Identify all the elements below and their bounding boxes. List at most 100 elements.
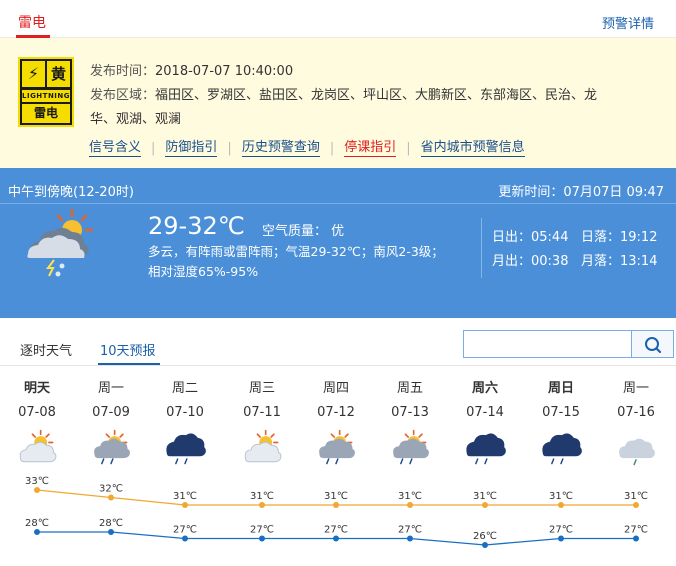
warning-header: 雷电 预警详情 <box>0 0 676 38</box>
warning-panel: ⚡ 黄 LIGHTNING 雷电 发布时间：2018-07-07 10:40:0… <box>0 38 676 168</box>
link-province-city-warnings[interactable]: 省内城市预警信息 <box>420 139 525 157</box>
low-temp-point <box>407 535 413 542</box>
forecast-day-label: 周二 <box>171 381 198 396</box>
publish-area-value: 福田区、罗湖区、盐田区、龙岗区、坪山区、大鹏新区、东部海区、民治、龙 <box>155 88 598 103</box>
low-temp-point <box>108 529 114 535</box>
publish-area-row-2: 华、观湖、观澜 <box>90 108 660 132</box>
low-temp-label: 27℃ <box>549 525 573 536</box>
link-signal-meaning[interactable]: 信号含义 <box>89 139 142 157</box>
sun-moon-times: 日出：05:44 日落：19:12 月出：00:38 月落：13:14 <box>492 226 670 274</box>
forecast-day-label: 周一 <box>97 381 124 396</box>
warning-detail-link[interactable]: 预警详情 <box>602 13 654 32</box>
low-temp-label: 27℃ <box>624 525 648 536</box>
high-temp-label: 31℃ <box>324 491 348 502</box>
warning-type-label: 雷电 <box>22 104 70 123</box>
dark-cloud-rain-icon <box>542 433 582 465</box>
search-button[interactable] <box>631 330 674 358</box>
dark-cloud-rain-icon <box>466 433 506 465</box>
high-temp-label: 31℃ <box>250 491 274 502</box>
warning-links: 信号含义 | 防御指引 | 历史预警查询 | 停课指引 | 省内城市预警信息 <box>89 139 525 157</box>
forecast-date: 07-16 <box>617 405 655 420</box>
high-temp-label: 31℃ <box>398 491 422 502</box>
high-temp-label: 31℃ <box>473 491 497 502</box>
forecast-description-line: 相对湿度65%-95% <box>148 264 259 279</box>
sunny-cloudy-icon <box>19 429 57 463</box>
low-temp-label: 27℃ <box>250 525 274 536</box>
sunny-cloudy-icon <box>244 429 282 463</box>
forecast-period: 中午到傍晚(12-20时) <box>8 185 134 200</box>
link-class-suspension-guide[interactable]: 停课指引 <box>344 139 397 157</box>
link-separator: | <box>406 140 411 156</box>
forecast-date: 07-08 <box>18 405 56 420</box>
publish-time-label: 发布时间： <box>90 64 156 79</box>
forecast-day-label: 周四 <box>322 381 349 396</box>
high-temp-point <box>333 502 339 508</box>
warning-info: 发布时间：2018-07-07 10:40:00 发布区域：福田区、罗湖区、盐田… <box>90 60 660 132</box>
high-temp-point <box>108 494 114 501</box>
forecast-description-line: 多云，有阵雨或雷阵雨；气温29-32℃；南风2-3级； <box>148 244 444 259</box>
low-temp-point <box>482 542 488 548</box>
air-quality: 空气质量： 优 <box>262 224 345 239</box>
high-temp-point <box>482 502 488 508</box>
publish-area-value-2: 华、观湖、观澜 <box>90 112 182 127</box>
high-temp-point <box>633 502 639 508</box>
divider-vertical <box>481 218 482 278</box>
high-temp-point <box>407 502 413 508</box>
tabs-divider <box>0 365 676 366</box>
current-temperature: 29-32℃ <box>148 212 245 240</box>
high-temp-label: 31℃ <box>173 491 197 502</box>
forecast-date: 07-14 <box>466 405 504 420</box>
high-temp-label: 33℃ <box>25 476 49 487</box>
forecast-weather-icon <box>240 428 284 468</box>
forecast-weather-icon <box>314 428 358 468</box>
forecast-weather-icon <box>388 428 432 468</box>
forecast-date: 07-11 <box>243 405 281 420</box>
link-separator: | <box>227 140 232 156</box>
low-temp-point <box>633 535 639 542</box>
divider <box>0 203 676 204</box>
low-temp-label: 27℃ <box>324 525 348 536</box>
high-temp-label: 31℃ <box>624 491 648 502</box>
forecast-date: 07-15 <box>542 405 580 420</box>
publish-area-row: 发布区域：福田区、罗湖区、盐田区、龙岗区、坪山区、大鹏新区、东部海区、民治、龙 <box>90 84 660 108</box>
high-temp-point <box>182 502 188 508</box>
dark-cloud-rain-icon <box>166 433 206 465</box>
warning-english-label: LIGHTNING <box>22 90 71 102</box>
sun-cloud-rain-icon <box>319 429 355 465</box>
temperature-chart: 33℃ 32℃ 31℃ 31℃ 31℃ 31℃ 31℃ 31℃ 31℃ 28℃ 28℃ 27℃ 27℃ 2… <box>25 476 648 548</box>
tab-lightning-warning[interactable]: 雷电 <box>18 12 46 32</box>
search-input[interactable] <box>463 330 631 358</box>
tab-10-day-forecast[interactable]: 10天预报 <box>100 340 156 359</box>
forecast-date: 07-10 <box>166 405 204 420</box>
low-temp-point <box>34 529 40 535</box>
publish-time-value: 2018-07-07 10:40:00 <box>155 64 294 79</box>
current-forecast-panel: 中午到傍晚(12-20时) 更新时间：07月07日 09:47 29-32℃ 空… <box>0 168 676 318</box>
high-temp-label: 32℃ <box>99 484 123 495</box>
low-temp-point <box>259 535 265 542</box>
low-temp-point <box>558 535 564 542</box>
sunrise-time: 日出：05:44 <box>492 230 569 245</box>
moonset-time: 月落：13:14 <box>581 254 658 269</box>
link-defense-guide[interactable]: 防御指引 <box>165 139 218 157</box>
forecast-day-label: 明天 <box>23 381 50 396</box>
link-separator: | <box>329 140 335 156</box>
sun-cloud-rain-icon <box>94 429 130 465</box>
low-temp-point <box>182 535 188 542</box>
forecast-weather-icon <box>614 428 658 468</box>
high-temp-point <box>558 502 564 508</box>
link-separator: | <box>151 140 156 156</box>
forecast-day-label: 周五 <box>396 381 423 396</box>
warning-level-char: 黄 <box>47 61 70 87</box>
moonrise-time: 月出：00:38 <box>492 254 569 269</box>
sunset-time: 日落：19:12 <box>581 230 658 245</box>
publish-time-row: 发布时间：2018-07-07 10:40:00 <box>90 60 660 84</box>
forecast-date: 07-09 <box>92 405 130 420</box>
low-temp-point <box>333 535 339 542</box>
low-temp-label: 27℃ <box>398 525 422 536</box>
forecast-tabs: 逐时天气 10天预报 <box>0 318 676 368</box>
forecast-weather-icon <box>89 428 133 468</box>
link-history-warnings[interactable]: 历史预警查询 <box>241 139 320 157</box>
tab-hourly-weather[interactable]: 逐时天气 <box>20 340 72 359</box>
forecast-day-label: 周一 <box>622 381 649 396</box>
low-temp-label: 26℃ <box>473 531 497 542</box>
